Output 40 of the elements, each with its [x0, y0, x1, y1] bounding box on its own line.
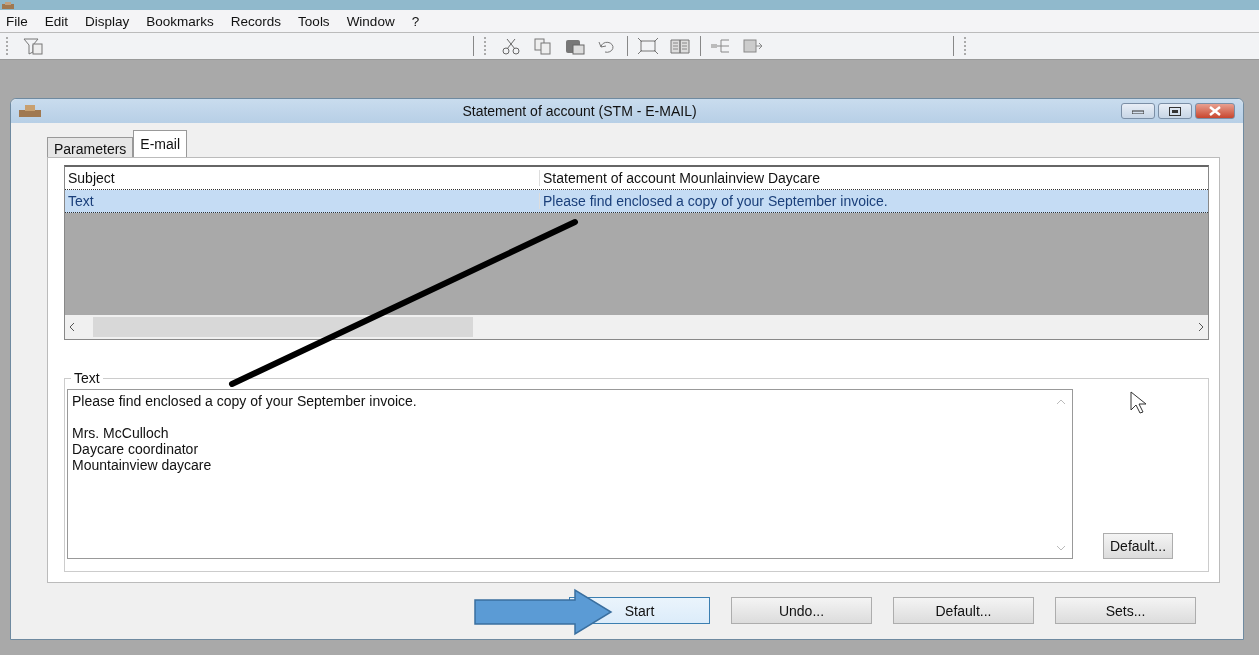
dialog-button[interactable]: Sets... — [1055, 597, 1196, 624]
field-value: Statement of account Mounlainview Daycare — [539, 170, 1208, 186]
scissors-icon[interactable] — [500, 37, 522, 55]
maximize-icon[interactable] — [1169, 106, 1181, 116]
menu-item[interactable]: Window — [340, 13, 406, 29]
arrow-icon — [474, 588, 613, 636]
close-icon[interactable] — [1208, 106, 1222, 116]
horizontal-scrollbar[interactable] — [65, 315, 1208, 339]
field-value: Please find enclosed a copy of your September invoice. — [539, 193, 1208, 209]
dialog-title: Statement of account (STM - E-MAIL) — [461, 103, 698, 119]
dialog-button[interactable]: Undo... — [731, 597, 872, 624]
grid-row[interactable]: Subject Statement of account Mounlainview Daycare — [65, 167, 1208, 190]
menu-item[interactable]: Display — [79, 13, 141, 29]
insert-row-icon[interactable] — [742, 37, 764, 55]
app-icon — [2, 1, 14, 9]
group-label: Text — [71, 370, 103, 386]
field-name: Subject — [67, 170, 116, 186]
mouse-pointer-icon — [1130, 391, 1146, 415]
app-icon — [19, 105, 41, 117]
grid-row[interactable]: Text Please find enclosed a copy of your September invoice. — [65, 190, 1208, 213]
frame-icon[interactable] — [637, 37, 659, 55]
filter-icon[interactable] — [22, 37, 44, 55]
menu-item[interactable]: Tools — [292, 13, 341, 29]
scrollbar-thumb[interactable] — [93, 317, 473, 337]
close-button[interactable] — [1195, 103, 1235, 119]
minimize-icon[interactable] — [1132, 108, 1144, 114]
tab[interactable]: Parameters — [47, 137, 134, 157]
tab[interactable]: E-mail — [133, 130, 188, 157]
menu-item[interactable]: Records — [224, 13, 293, 29]
copy-icon[interactable] — [532, 37, 554, 55]
default-button[interactable]: Default... — [1103, 533, 1174, 559]
menu-item[interactable]: Edit — [38, 13, 80, 29]
dialog-button[interactable]: Default... — [893, 597, 1034, 624]
menu-item[interactable]: ? — [405, 13, 431, 29]
menu-item[interactable]: File — [0, 13, 39, 29]
book-icon[interactable] — [669, 37, 691, 55]
menu-item[interactable]: Bookmarks — [140, 13, 225, 29]
paste-icon[interactable] — [564, 37, 586, 55]
maximize-button[interactable] — [1158, 103, 1192, 119]
field-name: Text — [67, 193, 95, 209]
